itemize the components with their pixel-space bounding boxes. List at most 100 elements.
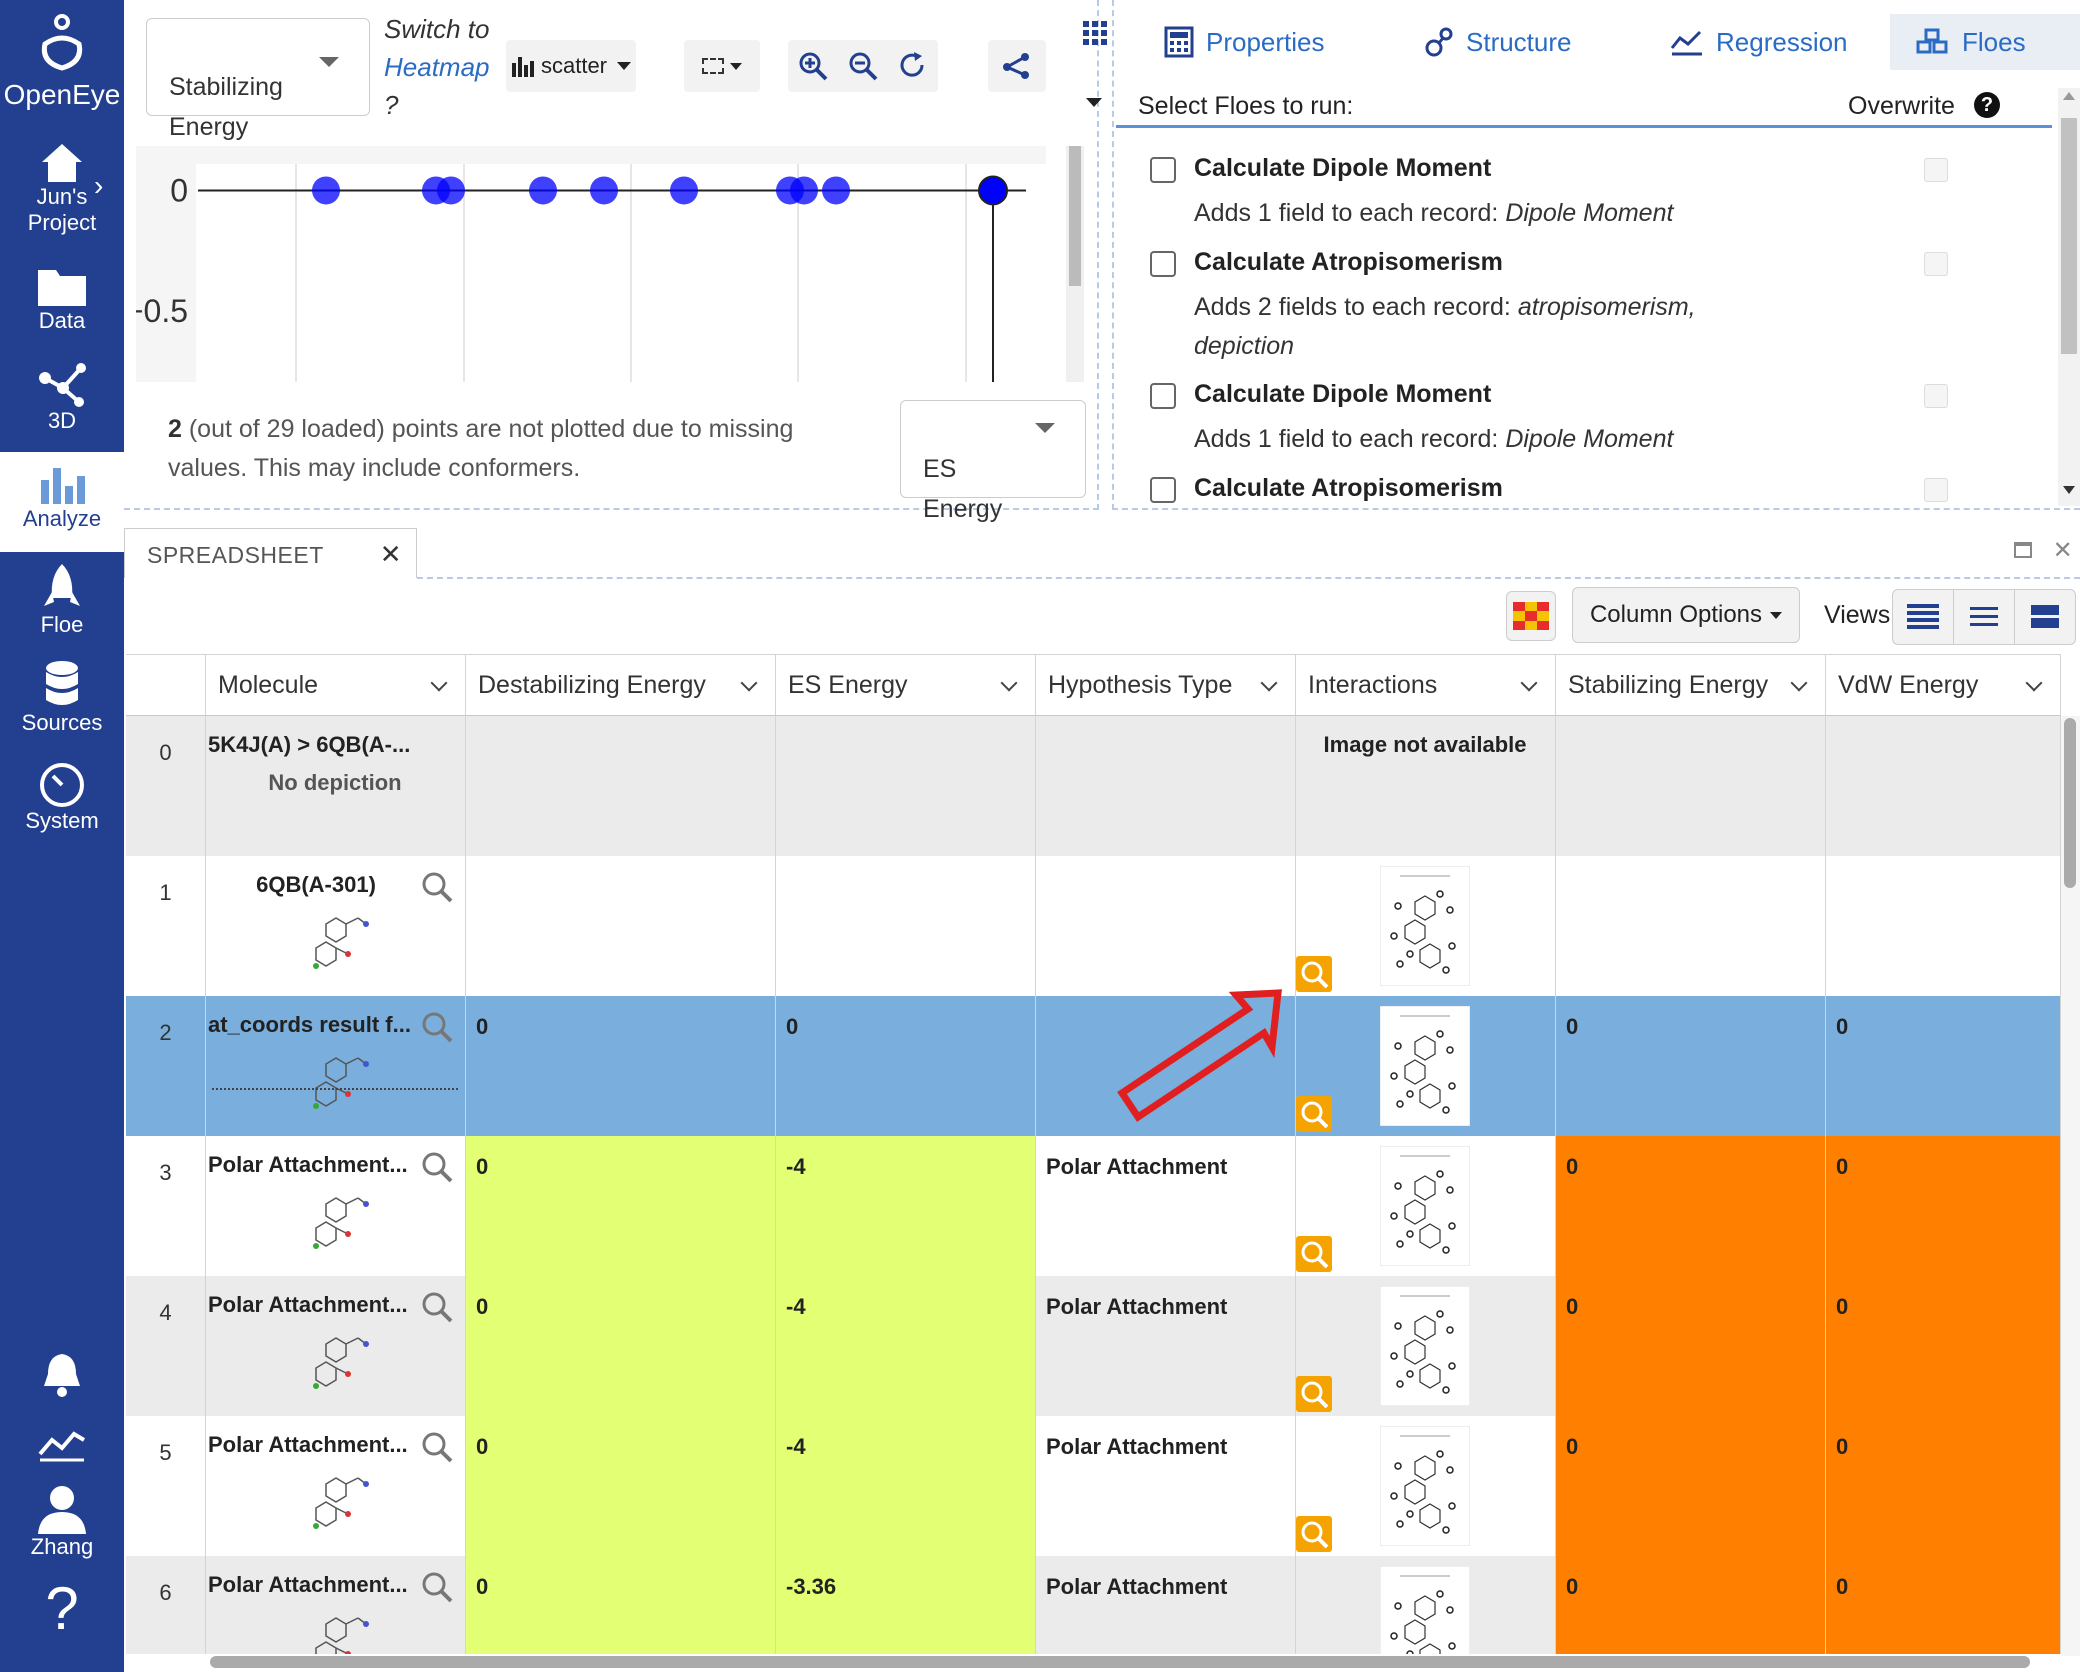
- floe-scroll-thumb[interactable]: [2061, 118, 2077, 354]
- cell-destab[interactable]: 0: [466, 1416, 776, 1556]
- reset-zoom-icon[interactable]: [898, 51, 928, 81]
- cell-stab[interactable]: [1556, 856, 1826, 996]
- cell-hyp[interactable]: Polar Attachment: [1036, 1276, 1296, 1416]
- interaction-thumbnail[interactable]: [1379, 1285, 1471, 1407]
- zoom-badge-icon[interactable]: [1296, 1236, 1332, 1272]
- zoom-badge-icon[interactable]: [1296, 1376, 1332, 1412]
- search-icon[interactable]: [420, 1010, 454, 1044]
- selection-mode-dropdown[interactable]: [684, 40, 760, 92]
- scatter-point[interactable]: [590, 176, 618, 205]
- cell-destab[interactable]: 0: [466, 996, 776, 1136]
- scroll-down-icon[interactable]: [2063, 486, 2075, 494]
- column-header[interactable]: VdW Energy: [1826, 654, 2061, 716]
- cell-idx[interactable]: 1: [126, 856, 206, 996]
- interaction-thumbnail[interactable]: [1379, 1565, 1471, 1654]
- zoom-badge-icon[interactable]: [1296, 1096, 1332, 1132]
- cell-molecule[interactable]: Polar Attachment...: [206, 1416, 466, 1556]
- search-icon[interactable]: [420, 1430, 454, 1464]
- table-row[interactable]: 1 6QB(A-301): [126, 856, 2061, 996]
- cell-es[interactable]: 0: [776, 996, 1036, 1136]
- cell-stab[interactable]: 0: [1556, 1416, 1826, 1556]
- spreadsheet-tab[interactable]: SPREADSHEET ✕: [124, 528, 417, 578]
- floe-checkbox[interactable]: [1150, 477, 1176, 503]
- floe-overwrite-checkbox[interactable]: [1924, 158, 1948, 182]
- maximize-icon[interactable]: [2014, 542, 2032, 558]
- search-icon[interactable]: [420, 870, 454, 904]
- scatter-point[interactable]: [670, 176, 698, 205]
- cell-hyp[interactable]: [1036, 716, 1296, 856]
- cell-molecule[interactable]: at_coords result f...: [206, 996, 466, 1136]
- column-header[interactable]: Hypothesis Type: [1036, 654, 1296, 716]
- view-large-button[interactable]: [2014, 589, 2076, 645]
- chevron-down-icon[interactable]: [740, 674, 758, 692]
- cell-stab[interactable]: 0: [1556, 1276, 1826, 1416]
- column-header[interactable]: ES Energy: [776, 654, 1036, 716]
- sidebar-item-system[interactable]: System: [0, 762, 124, 834]
- cell-interactions[interactable]: [1296, 1136, 1556, 1276]
- share-plot-button[interactable]: [988, 40, 1046, 92]
- cell-molecule[interactable]: Polar Attachment...: [206, 1556, 466, 1654]
- floe-overwrite-checkbox[interactable]: [1924, 384, 1948, 408]
- scatter-point[interactable]: [790, 176, 818, 205]
- sidebar-item-floe[interactable]: Floe: [0, 562, 124, 638]
- plot-scrollbar[interactable]: [1066, 146, 1084, 382]
- plot-type-dropdown[interactable]: scatter: [506, 40, 636, 92]
- scatter-point[interactable]: [312, 176, 340, 205]
- cell-interactions[interactable]: [1296, 1556, 1556, 1654]
- cell-idx[interactable]: 2: [126, 996, 206, 1136]
- cell-es[interactable]: [776, 856, 1036, 996]
- chevron-down-icon[interactable]: [1000, 674, 1018, 692]
- zoom-badge-icon[interactable]: [1296, 1516, 1332, 1552]
- cell-molecule[interactable]: Polar Attachment...: [206, 1276, 466, 1416]
- column-header[interactable]: Interactions: [1296, 654, 1556, 716]
- notifications-button[interactable]: [0, 1350, 124, 1398]
- interaction-thumbnail[interactable]: [1379, 1145, 1471, 1267]
- cell-interactions[interactable]: [1296, 1416, 1556, 1556]
- cell-hyp[interactable]: Polar Attachment: [1036, 1416, 1296, 1556]
- heatmap-toggle-button[interactable]: [1506, 591, 1556, 641]
- search-icon[interactable]: [420, 1570, 454, 1604]
- tab-regression[interactable]: Regression: [1670, 14, 1848, 70]
- cell-stab[interactable]: [1556, 716, 1826, 856]
- cell-idx[interactable]: 0: [126, 716, 206, 856]
- cell-vdw[interactable]: 0: [1826, 1276, 2061, 1416]
- cell-interactions[interactable]: [1296, 856, 1556, 996]
- sidebar-item-project[interactable]: Jun's Project: [0, 140, 124, 236]
- cell-destab[interactable]: 0: [466, 1136, 776, 1276]
- cell-vdw[interactable]: 0: [1826, 1556, 2061, 1654]
- floe-list-scrollbar[interactable]: [2058, 88, 2080, 506]
- cell-stab[interactable]: 0: [1556, 1556, 1826, 1654]
- cell-interactions[interactable]: Image not available: [1296, 716, 1556, 856]
- grid-vertical-scrollbar[interactable]: [2061, 716, 2080, 1656]
- y-field-dropdown[interactable]: Stabilizing Energy: [146, 18, 370, 141]
- search-icon[interactable]: [420, 1150, 454, 1184]
- search-icon[interactable]: [420, 1290, 454, 1324]
- scatter-point[interactable]: [822, 176, 850, 205]
- cell-es[interactable]: -4: [776, 1136, 1036, 1276]
- grid-vscroll-thumb[interactable]: [2064, 718, 2076, 888]
- sidebar-item-3d[interactable]: 3D: [0, 362, 124, 434]
- molecule-zoom-button[interactable]: [420, 1570, 454, 1610]
- panel-collapse-caret-icon[interactable]: [1086, 98, 1102, 107]
- zoom-in-icon[interactable]: [798, 51, 828, 81]
- close-panel-icon[interactable]: ✕: [2053, 537, 2073, 564]
- chevron-down-icon[interactable]: [1790, 674, 1808, 692]
- scatter-point[interactable]: [437, 176, 465, 205]
- table-row[interactable]: 6 Polar Attachment... 0 -3.36 Polar Attachme…: [126, 1556, 2061, 1654]
- cell-stab[interactable]: 0: [1556, 1136, 1826, 1276]
- view-compact-button[interactable]: [1892, 589, 1954, 645]
- scatter-point[interactable]: [978, 175, 1008, 206]
- brand-logo[interactable]: OpenEye: [0, 8, 124, 112]
- floe-overwrite-checkbox[interactable]: [1924, 252, 1948, 276]
- sidebar-item-data[interactable]: Data: [0, 264, 124, 334]
- column-options-dropdown[interactable]: Column Options: [1572, 587, 1800, 643]
- sidebar-item-analyze[interactable]: Analyze: [0, 452, 124, 552]
- interaction-thumbnail[interactable]: [1379, 865, 1471, 987]
- cell-interactions[interactable]: [1296, 1276, 1556, 1416]
- help-circle-icon[interactable]: ?: [1974, 92, 2000, 118]
- cell-molecule[interactable]: 5K4J(A) > 6QB(A-... No depiction: [206, 716, 466, 856]
- column-header[interactable]: Molecule: [206, 654, 466, 716]
- scatter-point[interactable]: [529, 176, 557, 205]
- grid-horizontal-scrollbar[interactable]: [210, 1656, 2030, 1668]
- cell-destab[interactable]: [466, 856, 776, 996]
